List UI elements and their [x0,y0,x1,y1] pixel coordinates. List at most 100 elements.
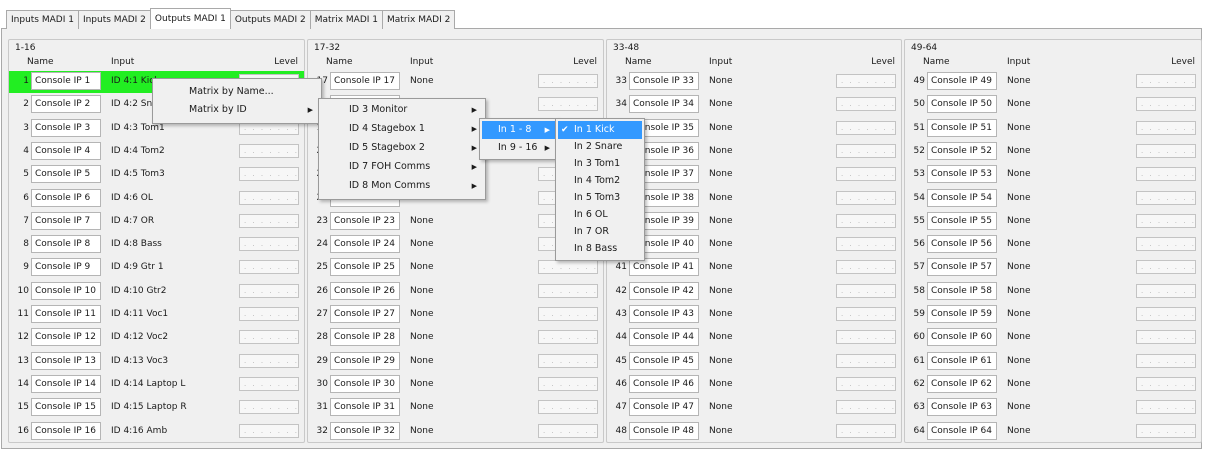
channel-name-field[interactable]: Console IP 13 [31,351,101,370]
channel-row[interactable]: 34 Console IP 34 None . . . . . . . [607,94,901,116]
channel-row[interactable]: 42 Console IP 42 None . . . . . . . [607,281,901,303]
channel-name-field[interactable]: Console IP 7 [31,211,101,230]
channel-name-field[interactable]: Console IP 58 [927,281,997,300]
channel-row[interactable]: 5 Console IP 5 ID 4:5 Tom3 . . . . . . . [9,164,304,186]
channel-name-field[interactable]: Console IP 33 [629,72,699,90]
channel-name-field[interactable]: Console IP 51 [927,118,997,137]
channel-name-field[interactable]: Console IP 11 [31,305,101,323]
channel-row[interactable]: 53 Console IP 53 None . . . . . . . [905,164,1201,186]
channel-row[interactable]: 56 Console IP 56 None . . . . . . . [905,234,1201,256]
channel-name-field[interactable]: Console IP 31 [330,398,400,417]
channel-row[interactable]: 17 Console IP 17 None. . . . . . . [308,71,603,93]
channel-input-source[interactable]: None [1007,99,1030,109]
channel-row[interactable]: 13 Console IP 13 ID 4:13 Voc3 . . . . . . . [9,351,304,373]
channel-name-field[interactable]: Console IP 28 [330,328,400,347]
channel-name-field[interactable]: Console IP 47 [629,398,699,417]
channel-row[interactable]: 30 Console IP 30 None . . . . . . . [308,374,603,396]
menu-item-matrix-by-name[interactable]: Matrix by Name... [155,83,319,101]
menu-item-matrix-by-id[interactable]: Matrix by ID ▶ [155,101,319,119]
channel-name-field[interactable]: Console IP 63 [927,398,997,417]
channel-row[interactable]: 39Console IP 39None. . . . . . . [607,211,901,233]
channel-input-source[interactable]: None [1007,123,1030,133]
channel-input-source[interactable]: ID 4:3 Tom1 [111,123,165,133]
channel-input-source[interactable]: None [410,402,433,412]
tab-inputs-madi-1[interactable]: Inputs MADI 1 [6,10,79,29]
channel-input-source[interactable]: None [709,169,732,179]
channel-name-field[interactable]: Console IP 4 [31,141,101,160]
channel-input-source[interactable]: None [1007,379,1030,389]
menu-item-in-2-snare[interactable]: In 2 Snare [558,138,642,156]
channel-name-field[interactable]: Console IP 52 [927,141,997,160]
channel-row[interactable]: 61 Console IP 61 None . . . . . . . [905,351,1201,373]
channel-input-source[interactable]: None [1007,426,1030,436]
channel-input-source[interactable]: None [410,286,433,296]
channel-row[interactable]: 41 Console IP 41 None . . . . . . . [607,257,901,279]
channel-input-source[interactable]: ID 4:14 Laptop L [111,379,185,389]
channel-name-field[interactable]: Console IP 5 [31,165,101,184]
tab-inputs-madi-2[interactable]: Inputs MADI 2 [77,10,151,29]
channel-input-source[interactable]: None [410,309,433,319]
channel-input-source[interactable]: ID 4:11 Voc1 [111,309,168,319]
channel-name-field[interactable]: Console IP 2 [31,95,101,114]
channel-input-source[interactable]: None [410,332,433,342]
channel-input-source[interactable]: None [709,239,732,249]
channel-name-field[interactable]: Console IP 27 [330,305,400,323]
channel-input-source[interactable]: None [709,286,732,296]
menu-item-in-6-ol[interactable]: In 6 OL [558,206,642,224]
channel-input-source[interactable]: ID 4:6 OL [111,193,153,203]
channel-input-source[interactable]: None [1007,402,1030,412]
channel-name-field[interactable]: Console IP 42 [629,281,699,300]
channel-input-source[interactable]: None [1007,309,1030,319]
channel-row[interactable]: 63 Console IP 63 None . . . . . . . [905,397,1201,419]
channel-input-source[interactable]: None [1007,146,1030,156]
channel-row[interactable]: 33 Console IP 33 None . . . . . . . [607,71,901,93]
channel-name-field[interactable]: Console IP 45 [629,351,699,370]
channel-input-source[interactable]: None [1007,169,1030,179]
channel-name-field[interactable]: Console IP 43 [629,305,699,323]
channel-input-source[interactable]: None [410,426,433,436]
channel-name-field[interactable]: Console IP 60 [927,328,997,347]
channel-row[interactable]: 62 Console IP 62 None . . . . . . . [905,374,1201,396]
channel-input-source[interactable]: None [709,262,732,272]
channel-name-field[interactable]: Console IP 48 [629,421,699,440]
channel-name-field[interactable]: Console IP 29 [330,351,400,370]
menu-item-id-3-monitor[interactable]: ID 3 Monitor ▶ [321,101,483,119]
channel-row[interactable]: 40Console IP 40None. . . . . . . [607,234,901,256]
channel-name-field[interactable]: Console IP 8 [31,235,101,254]
channel-input-source[interactable]: None [1007,76,1030,86]
tab-matrix-madi-1[interactable]: Matrix MADI 1 [309,10,384,29]
channel-row[interactable]: 47 Console IP 47 None . . . . . . . [607,397,901,419]
channel-input-source[interactable]: None [709,379,732,389]
channel-name-field[interactable]: Console IP 1 [31,72,101,90]
channel-name-field[interactable]: Console IP 64 [927,421,997,440]
menu-item-in-1-8[interactable]: In 1 - 8 ▶ [482,121,556,139]
channel-input-source[interactable]: ID 4:7 OR [111,216,154,226]
channel-input-source[interactable]: None [709,332,732,342]
menu-item-in-3-tom1[interactable]: In 3 Tom1 [558,155,642,173]
channel-name-field[interactable]: Console IP 30 [330,374,400,393]
channel-input-source[interactable]: None [410,379,433,389]
channel-input-source[interactable]: None [410,262,433,272]
channel-input-source[interactable]: ID 4:13 Voc3 [111,356,168,366]
channel-name-field[interactable]: Console IP 25 [330,258,400,277]
channel-name-field[interactable]: Console IP 62 [927,374,997,393]
tab-outputs-madi-2[interactable]: Outputs MADI 2 [229,10,311,29]
channel-row[interactable]: 14 Console IP 14 ID 4:14 Laptop L . . . . .… [9,374,304,396]
channel-row[interactable]: 50 Console IP 50 None . . . . . . . [905,94,1201,116]
channel-input-source[interactable]: None [410,76,433,86]
channel-name-field[interactable]: Console IP 46 [629,374,699,393]
menu-item-id-5-stagebox-2[interactable]: ID 5 Stagebox 2 ▶ [321,139,483,157]
channel-input-source[interactable]: None [1007,193,1030,203]
channel-row[interactable]: 48 Console IP 48 None . . . . . . . [607,421,901,443]
channel-input-source[interactable]: None [709,99,732,109]
menu-item-in-4-tom2[interactable]: In 4 Tom2 [558,172,642,190]
channel-row[interactable]: 32 Console IP 32 None . . . . . . . [308,421,603,443]
channel-row[interactable]: 4 Console IP 4 ID 4:4 Tom2 . . . . . . . [9,141,304,163]
channel-name-field[interactable]: Console IP 3 [31,118,101,137]
menu-item-id-7-foh-comms[interactable]: ID 7 FOH Comms ▶ [321,158,483,176]
channel-name-field[interactable]: Console IP 10 [31,281,101,300]
channel-input-source[interactable]: ID 4:2 Sna [111,99,158,109]
channel-row[interactable]: 43 Console IP 43 None . . . . . . . [607,304,901,326]
channel-row[interactable]: 29 Console IP 29 None . . . . . . . [308,351,603,373]
channel-name-field[interactable]: Console IP 16 [31,421,101,440]
